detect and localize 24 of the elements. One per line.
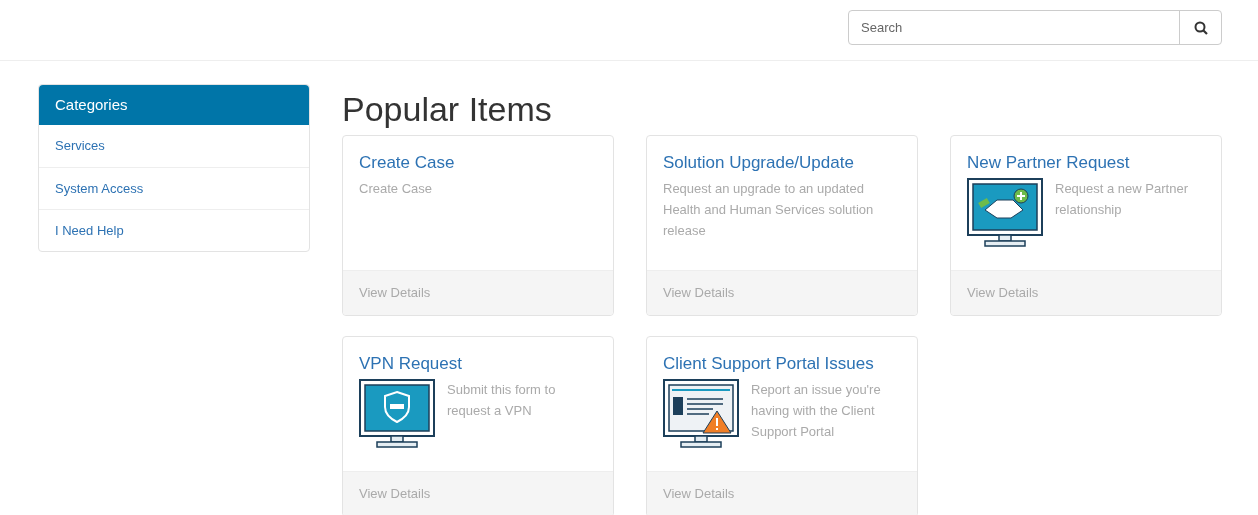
card-title[interactable]: Solution Upgrade/Update: [663, 152, 901, 174]
card-description: Request an upgrade to an updated Health and Human Services solution release: [663, 180, 875, 240]
card-description: Request a new Partner relationship: [1055, 180, 1189, 219]
warning-monitor-icon: [663, 379, 741, 449]
card-description: Report an issue you're having with the Client Support Portal: [751, 381, 882, 441]
card-title[interactable]: VPN Request: [359, 353, 597, 375]
category-link[interactable]: Services: [39, 125, 309, 167]
item-card[interactable]: Client Support Portal Issues Report an issue you're having with the Client Support Portal View Details: [646, 336, 918, 515]
card-title[interactable]: Client Support Portal Issues: [663, 353, 901, 375]
page-title: Popular Items: [342, 89, 553, 130]
category-link[interactable]: I Need Help: [39, 209, 309, 251]
shield-monitor-icon: [359, 379, 437, 449]
card-title[interactable]: Create Case: [359, 152, 597, 174]
item-card[interactable]: VPN Request Submit this form to request a VPN View Details: [342, 336, 614, 515]
item-card[interactable]: Solution Upgrade/Update Request an upgrade to an updated Health and Human Services solution release View Details: [646, 135, 918, 316]
card-description: Create Case: [359, 180, 432, 198]
item-card[interactable]: New Partner Request Request a new Partner relationship View Details: [950, 135, 1222, 316]
category-link[interactable]: System Access: [39, 167, 309, 209]
card-title[interactable]: New Partner Request: [967, 152, 1205, 174]
handshake-monitor-icon: [967, 178, 1045, 248]
panel-title: Categories: [55, 94, 128, 115]
card-description: Submit this form to request a VPN: [447, 381, 557, 420]
search-field[interactable]: Search: [848, 10, 1222, 45]
search-input[interactable]: Search: [849, 11, 1179, 44]
